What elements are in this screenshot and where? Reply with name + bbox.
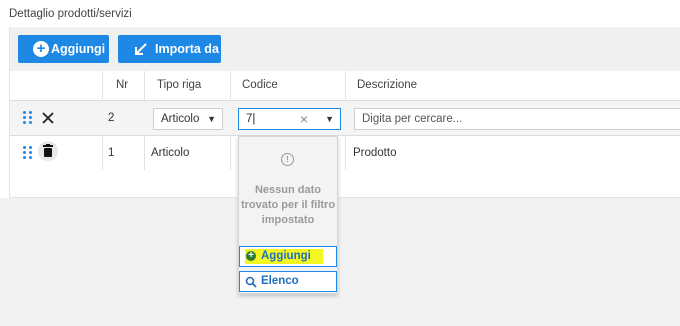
import-label: Importa da	[155, 42, 219, 56]
dropdown-add-label: Aggiungi	[261, 250, 311, 262]
tipo-riga-select[interactable]: Articolo ▼	[153, 108, 223, 130]
toolbar: + Aggiungi Importa da	[10, 27, 680, 71]
column-header-nr: Nr	[116, 79, 129, 91]
row-descrizione: Prodotto	[353, 147, 397, 159]
search-icon	[245, 276, 257, 288]
tipo-riga-value: Articolo	[161, 113, 200, 125]
products-panel: + Aggiungi Importa da Nr Tipo riga Codic…	[9, 27, 680, 198]
section-title: Dettaglio prodotti/servizi	[9, 8, 132, 20]
plus-circle-icon: +	[246, 251, 256, 261]
add-row-label: Aggiungi	[51, 42, 106, 56]
plus-circle-icon: +	[33, 41, 49, 57]
info-icon: !	[281, 153, 294, 166]
trash-button[interactable]	[38, 141, 58, 161]
arrow-import-icon	[135, 43, 147, 55]
close-icon[interactable]	[42, 112, 54, 124]
row-number: 1	[108, 147, 115, 159]
empty-message: Nessun dato trovato per il filtro impost…	[240, 184, 336, 226]
codice-dropdown: ! Nessun dato trovato per il filtro impo…	[238, 136, 338, 294]
dropdown-add-button[interactable]: + Aggiungi	[239, 246, 337, 267]
column-header-tipo-riga: Tipo riga	[157, 79, 202, 91]
table-row: 1 Articolo Prodotto	[10, 136, 680, 170]
drag-handle-icon[interactable]	[23, 111, 32, 124]
page-background-band	[0, 198, 680, 326]
dropdown-list-label: Elenco	[261, 275, 299, 287]
table-row-editing: 2 Articolo ▼ 7| × ▼ Digita per cercare..…	[10, 101, 680, 136]
caret-down-icon: ▼	[207, 114, 216, 124]
descrizione-placeholder: Digita per cercare...	[362, 113, 463, 125]
clear-icon[interactable]: ×	[300, 109, 308, 129]
dropdown-list-button[interactable]: Elenco	[239, 271, 337, 292]
column-header-descrizione: Descrizione	[357, 79, 418, 91]
trash-icon	[43, 144, 53, 157]
caret-down-icon[interactable]: ▼	[325, 109, 334, 129]
drag-handle-icon[interactable]	[23, 146, 32, 159]
row-number: 2	[108, 112, 115, 124]
add-row-button[interactable]: + Aggiungi	[18, 35, 109, 63]
row-tipo-riga: Articolo	[151, 147, 190, 159]
descrizione-input[interactable]: Digita per cercare...	[354, 108, 680, 130]
codice-input[interactable]: 7| × ▼	[238, 108, 341, 130]
import-button[interactable]: Importa da	[118, 35, 221, 63]
column-header-codice: Codice	[242, 79, 278, 91]
